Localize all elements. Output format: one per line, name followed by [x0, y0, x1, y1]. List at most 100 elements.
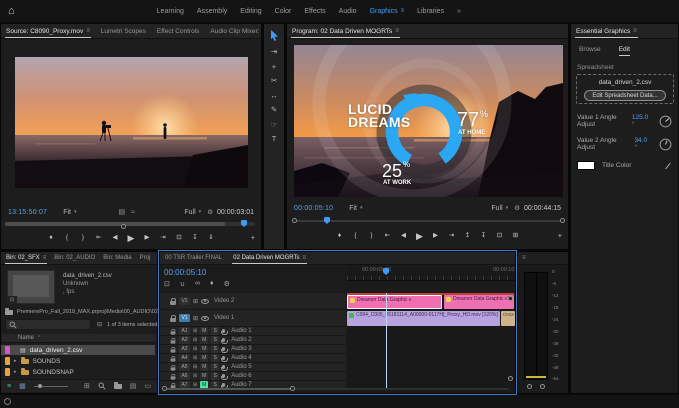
clear-button[interactable]: ▭: [144, 382, 151, 390]
label-color-chip[interactable]: [5, 357, 10, 365]
panel-menu-icon[interactable]: ≡: [633, 28, 637, 34]
slip-tool[interactable]: ↔: [270, 92, 278, 100]
solo-button[interactable]: S: [211, 327, 219, 335]
track-target-a5[interactable]: A5: [179, 363, 190, 371]
tab-lumetri-scopes[interactable]: Lumetri Scopes: [100, 24, 147, 38]
bin-item-label[interactable]: SOUNDS: [33, 358, 61, 365]
mark-out-button[interactable]: }: [367, 233, 377, 240]
solo-button[interactable]: S: [211, 354, 219, 362]
track-target-a3[interactable]: A3: [179, 345, 190, 353]
panel-menu-icon[interactable]: ≡: [303, 255, 307, 261]
program-resolution-select[interactable]: Full▾: [491, 205, 508, 212]
drag-video-icon[interactable]: ▤: [118, 208, 125, 216]
clip-v1[interactable]: C094_C005_05181114_A09000-0117H[_Proxy_H…: [347, 311, 500, 326]
go-to-in-button[interactable]: ⇤: [383, 233, 393, 240]
edit-spreadsheet-button[interactable]: Edit Spreadsheet Data...: [584, 90, 666, 101]
v-scroll-knob[interactable]: [508, 376, 513, 381]
time-ruler[interactable]: 00:00:05:00 00:00:10: [347, 266, 515, 281]
panel-menu-icon[interactable]: ≡: [43, 255, 47, 261]
solo-button[interactable]: S: [211, 336, 219, 344]
workspace-tab-libraries[interactable]: Libraries: [417, 8, 444, 15]
panel-menu-icon[interactable]: ≡: [522, 255, 526, 261]
source-timecode[interactable]: 13:15:50:07: [8, 209, 47, 216]
solo-right-button[interactable]: [540, 384, 545, 389]
mic-icon[interactable]: [222, 374, 225, 378]
param1-value[interactable]: 125.0 °: [632, 114, 651, 128]
go-to-in-button[interactable]: ⇤: [94, 235, 104, 242]
add-marker-button[interactable]: ♦: [46, 235, 56, 242]
tab-bin-media[interactable]: Bin: Media: [102, 252, 132, 264]
home-icon[interactable]: ⌂: [8, 5, 15, 17]
tab-effect-controls[interactable]: Effect Controls: [156, 24, 201, 38]
solo-button[interactable]: S: [211, 345, 219, 353]
export-frame-button[interactable]: ⊡: [495, 233, 505, 240]
razor-tool[interactable]: ✂: [271, 77, 277, 85]
sync-lock-icon[interactable]: ⊞: [193, 315, 198, 322]
track-target-a2[interactable]: A2: [179, 336, 190, 344]
bin-item-row[interactable]: ▸ SOUNDSNAP: [1, 367, 155, 377]
tab-audio-clip-mixer[interactable]: Audio Clip Mixer: 02 Data Driven MOGRTs: [209, 24, 261, 38]
nest-toggle-icon[interactable]: ⊡: [164, 280, 170, 288]
mute-button[interactable]: M: [200, 372, 208, 380]
clip-v1-tan[interactable]: C043 De: [501, 311, 515, 326]
workspace-tab-learning[interactable]: Learning: [157, 8, 184, 15]
timeline-timecode[interactable]: 00:00:05:10: [164, 268, 206, 277]
icon-view-button[interactable]: ▦: [19, 382, 26, 390]
list-header[interactable]: Name ⌃: [2, 334, 156, 343]
mute-button[interactable]: M: [200, 336, 208, 344]
bin-item-label[interactable]: data_driven_2.csv: [30, 347, 83, 354]
track-target-a1[interactable]: A1: [179, 327, 190, 335]
automate-to-sequence-button[interactable]: ⊞: [84, 382, 90, 390]
mic-icon[interactable]: [222, 338, 225, 342]
search-input[interactable]: [5, 319, 91, 330]
track-lock-icon[interactable]: [171, 376, 176, 379]
scroll-right-knob[interactable]: [560, 218, 565, 223]
timeline-h-scrollbar[interactable]: [162, 387, 509, 391]
program-playhead[interactable]: [324, 217, 330, 224]
scrollbar-knob[interactable]: [162, 386, 167, 391]
find-button[interactable]: [98, 382, 106, 390]
filter-icon[interactable]: ⊟: [97, 321, 102, 328]
tab-bin-02-sfx[interactable]: Bin: 02_SFX≡: [5, 252, 47, 264]
tab-essential-graphics[interactable]: Essential Graphics≡: [575, 24, 638, 38]
mute-button[interactable]: M: [200, 363, 208, 371]
step-back-button[interactable]: ◀: [399, 233, 409, 240]
param2-dial[interactable]: [659, 138, 672, 151]
drag-audio-icon[interactable]: ≈: [131, 209, 135, 216]
mic-icon[interactable]: [222, 329, 225, 333]
play-button[interactable]: ▶: [415, 232, 425, 241]
step-back-button[interactable]: ◀: [110, 235, 120, 242]
eg-tab-edit[interactable]: Edit: [619, 46, 630, 55]
solo-button[interactable]: S: [211, 363, 219, 371]
snap-toggle-icon[interactable]: ∪: [180, 280, 185, 288]
preview-thumbnail[interactable]: ⊡: [7, 270, 55, 304]
workspace-menu-icon[interactable]: ≡: [401, 8, 405, 14]
track-lock-icon[interactable]: [171, 331, 176, 334]
workspace-tab-audio[interactable]: Audio: [339, 8, 357, 15]
source-zoom-scrollbar[interactable]: [5, 221, 255, 228]
hand-tool[interactable]: ☞: [271, 121, 278, 129]
workspace-overflow-icon[interactable]: »: [457, 8, 461, 15]
button-editor-button[interactable]: +: [251, 235, 255, 242]
expander-icon[interactable]: ▸: [14, 358, 17, 364]
workspace-tab-editing[interactable]: Editing: [240, 8, 261, 15]
tab-sequence-data-driven[interactable]: 02 Data Driven MOGRTs≡: [232, 252, 307, 264]
mark-in-button[interactable]: {: [62, 235, 72, 242]
mic-icon[interactable]: [222, 365, 225, 369]
export-frame-button[interactable]: ⊡: [174, 235, 184, 242]
program-scrubber[interactable]: [292, 217, 565, 225]
track-target-a4[interactable]: A4: [179, 354, 190, 362]
insert-button[interactable]: ↧: [190, 235, 200, 242]
play-button[interactable]: ▶: [126, 234, 136, 243]
clip-v2[interactable]: Dreamer Data Graphic v1: [444, 295, 514, 309]
settings-wrench-icon[interactable]: ⚙: [514, 204, 520, 212]
track-lock-icon[interactable]: [171, 349, 176, 352]
new-bin-button[interactable]: [114, 384, 122, 389]
v-scroll-knob[interactable]: [508, 296, 513, 301]
track-lock-icon[interactable]: [171, 358, 176, 361]
overwrite-button[interactable]: ⇓: [206, 235, 216, 242]
track-target-v1[interactable]: V1: [179, 314, 190, 322]
mute-button[interactable]: M: [200, 327, 208, 335]
selection-tool[interactable]: [270, 30, 279, 41]
source-zoom-select[interactable]: Fit▾: [63, 209, 76, 216]
